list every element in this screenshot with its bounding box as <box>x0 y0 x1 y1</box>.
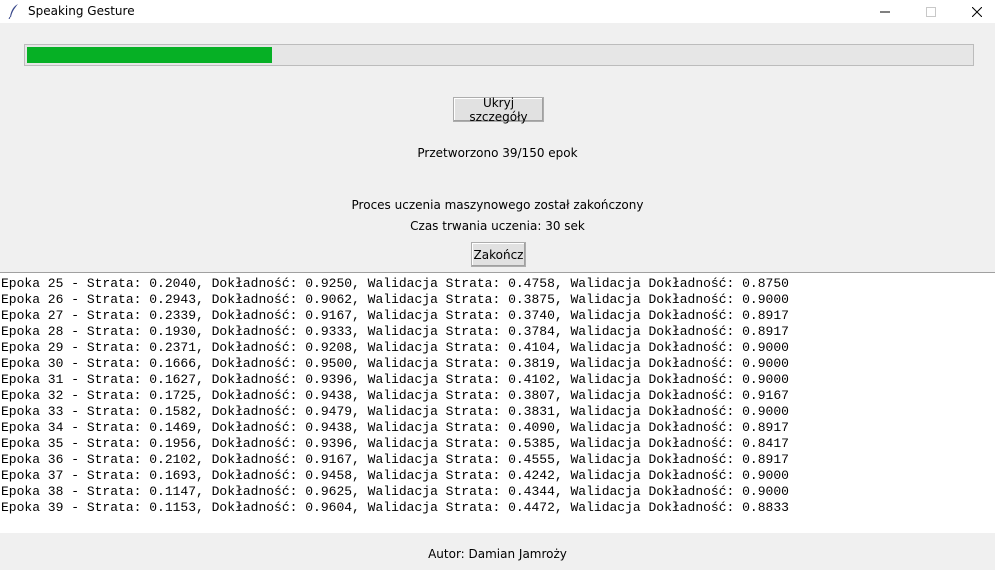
author-label: Autor: Damian Jamroży <box>428 547 567 561</box>
finish-button[interactable]: Zakończ <box>471 242 526 267</box>
log-line: Epoka 34 - Strata: 0.1469, Dokładność: 0… <box>1 420 789 435</box>
maximize-icon <box>926 6 936 17</box>
log-line: Epoka 38 - Strata: 0.1147, Dokładność: 0… <box>1 484 789 499</box>
hide-details-button[interactable]: Ukryj szczegóły <box>453 96 544 124</box>
minimize-button[interactable] <box>862 0 908 23</box>
log-lines: Epoka 25 - Strata: 0.2040, Dokładność: 0… <box>0 273 995 516</box>
maximize-button[interactable] <box>908 0 954 23</box>
log-line: Epoka 39 - Strata: 0.1153, Dokładność: 0… <box>1 500 789 515</box>
minimize-icon <box>880 11 890 12</box>
log-line: Epoka 26 - Strata: 0.2943, Dokładność: 0… <box>1 292 789 307</box>
close-icon <box>972 6 982 17</box>
training-complete-label: Proces uczenia maszynowego został zakońc… <box>351 198 644 212</box>
window-title: Speaking Gesture <box>28 4 135 18</box>
log-line: Epoka 31 - Strata: 0.1627, Dokładność: 0… <box>1 372 789 387</box>
training-duration-label: Czas trwania uczenia: 30 sek <box>410 219 585 233</box>
log-line: Epoka 35 - Strata: 0.1956, Dokładność: 0… <box>1 436 789 451</box>
log-line: Epoka 27 - Strata: 0.2339, Dokładność: 0… <box>1 308 789 323</box>
log-line: Epoka 33 - Strata: 0.1582, Dokładność: 0… <box>1 404 789 419</box>
training-log[interactable]: Epoka 25 - Strata: 0.2040, Dokładność: 0… <box>0 272 995 533</box>
epochs-processed-label: Przetworzono 39/150 epok <box>417 146 578 160</box>
log-line: Epoka 36 - Strata: 0.2102, Dokładność: 0… <box>1 452 789 467</box>
feather-icon <box>8 3 20 20</box>
close-button[interactable] <box>954 0 995 23</box>
log-line: Epoka 30 - Strata: 0.1666, Dokładność: 0… <box>1 356 789 371</box>
title-bar: Speaking Gesture <box>0 0 995 23</box>
log-line: Epoka 25 - Strata: 0.2040, Dokładność: 0… <box>1 276 789 291</box>
log-line: Epoka 29 - Strata: 0.2371, Dokładność: 0… <box>1 340 789 355</box>
log-line: Epoka 37 - Strata: 0.1693, Dokładność: 0… <box>1 468 789 483</box>
progress-fill <box>27 47 272 63</box>
log-line: Epoka 28 - Strata: 0.1930, Dokładność: 0… <box>1 324 789 339</box>
training-progress-bar <box>24 44 974 66</box>
log-line: Epoka 32 - Strata: 0.1725, Dokładność: 0… <box>1 388 789 403</box>
